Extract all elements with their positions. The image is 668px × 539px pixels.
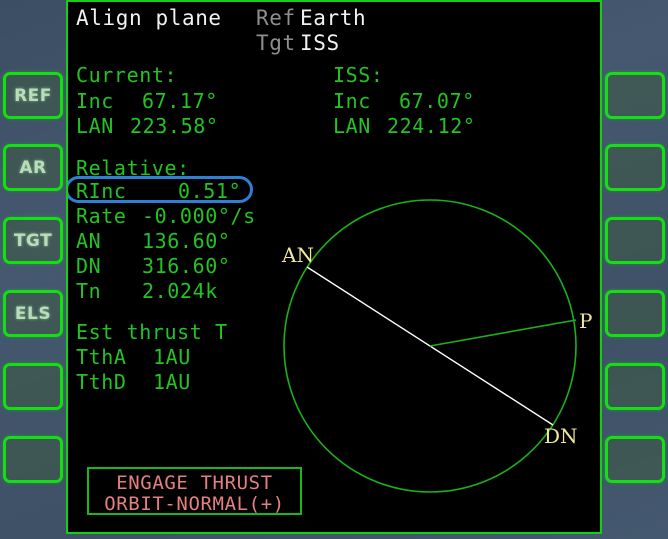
mfd-button-left-5[interactable]: [3, 363, 63, 410]
an-label: AN: [76, 229, 102, 253]
diagram-label-p: P: [579, 309, 593, 333]
mfd-button-els-label: ELS: [14, 303, 52, 324]
ref-value: Earth: [300, 6, 367, 30]
mfd-button-ar[interactable]: AR: [3, 144, 63, 191]
current-lan-label: LAN: [76, 114, 114, 138]
ttha-value: 1AU: [153, 345, 191, 369]
mfd-button-ref-label: REF: [14, 85, 52, 106]
current-inc-value: 67.17°: [142, 89, 218, 113]
rate-value: -0.000°/s: [142, 204, 256, 228]
right-button-column: [602, 0, 668, 539]
mfd-button-left-6[interactable]: [3, 436, 63, 483]
engage-thrust-line1: ENGAGE THRUST: [116, 472, 273, 494]
an-value: 136.60°: [142, 229, 231, 253]
diagram-label-dn: DN: [544, 424, 578, 448]
target-lan-label: LAN: [333, 114, 371, 138]
tn-value: 2.024k: [142, 279, 218, 303]
mfd-button-tgt[interactable]: TGT: [3, 217, 63, 264]
rinc-value: 0.51°: [178, 179, 242, 203]
node-line-an-dn: [306, 266, 554, 426]
target-inc-value: 67.07°: [399, 89, 475, 113]
diagram-label-an: AN: [282, 243, 314, 267]
ref-label: Ref: [256, 6, 296, 30]
mfd-button-right-4[interactable]: [605, 290, 665, 337]
periapsis-radius-line: [429, 319, 577, 347]
page-title: Align plane: [76, 6, 222, 30]
mfd-screen-content: AN P DN Align plane Ref Earth Tgt ISS Cu…: [68, 2, 600, 532]
mfd-button-right-1[interactable]: [605, 72, 665, 119]
left-button-column: REF AR TGT ELS: [0, 0, 66, 539]
mfd-button-right-3[interactable]: [605, 217, 665, 264]
current-lan-value: 223.58°: [130, 114, 219, 138]
current-heading: Current:: [76, 63, 178, 87]
rate-label: Rate: [76, 204, 127, 228]
tgt-value: ISS: [300, 31, 340, 55]
thrust-heading: Est thrust T: [76, 320, 228, 344]
tthd-value: 1AU: [153, 370, 191, 394]
mfd-button-right-2[interactable]: [605, 144, 665, 191]
tgt-label: Tgt: [256, 31, 296, 55]
current-inc-label: Inc: [76, 89, 114, 113]
target-inc-label: Inc: [333, 89, 371, 113]
mfd-button-right-6[interactable]: [605, 436, 665, 483]
rinc-label: RInc: [76, 179, 127, 203]
dn-value: 316.60°: [142, 254, 231, 278]
engage-thrust-line2: ORBIT-NORMAL(+): [104, 493, 285, 515]
mfd-panel: REF AR TGT ELS AN P DN Align plane Ref E…: [0, 0, 668, 539]
dn-label: DN: [76, 254, 102, 278]
tthd-label: TthD: [76, 370, 127, 394]
mfd-button-ar-label: AR: [19, 157, 47, 178]
mfd-button-tgt-label: TGT: [13, 230, 53, 251]
target-heading: ISS:: [333, 63, 384, 87]
target-lan-value: 224.12°: [387, 114, 476, 138]
mfd-button-right-5[interactable]: [605, 363, 665, 410]
mfd-button-ref[interactable]: REF: [3, 72, 63, 119]
relative-heading: Relative:: [76, 156, 190, 180]
ttha-label: TthA: [76, 345, 127, 369]
tn-label: Tn: [76, 279, 102, 303]
mfd-screen[interactable]: AN P DN Align plane Ref Earth Tgt ISS Cu…: [66, 0, 602, 534]
orbit-circle: [283, 199, 577, 493]
mfd-button-els[interactable]: ELS: [3, 290, 63, 337]
